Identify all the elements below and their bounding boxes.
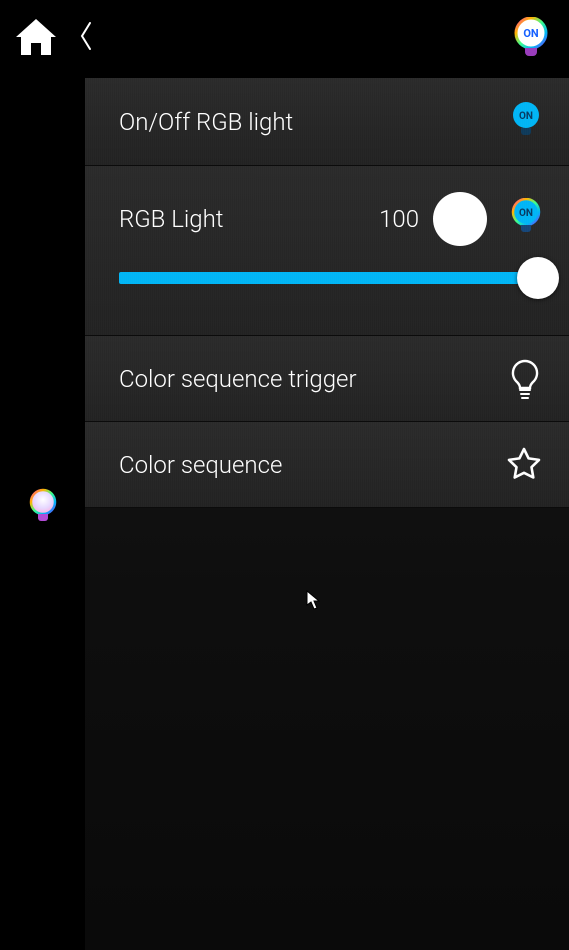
- brightness-slider[interactable]: [119, 272, 543, 284]
- bulb-on-label: ON: [519, 111, 533, 122]
- main-panel: On/Off RGB light ON RGB Light 100 ON: [85, 78, 569, 950]
- row-onoff-label: On/Off RGB light: [119, 108, 509, 136]
- rgb-value: 100: [379, 205, 419, 233]
- status-bulb-on-icon[interactable]: ON: [511, 18, 551, 62]
- row-color-sequence[interactable]: Color sequence: [85, 422, 569, 508]
- row-rgb-light: RGB Light 100 ON: [85, 166, 569, 336]
- row-color-sequence-trigger[interactable]: Color sequence trigger: [85, 336, 569, 422]
- bulb-outline-icon: [507, 358, 543, 400]
- bulb-on-label: ON: [519, 208, 533, 219]
- star-outline-icon[interactable]: [505, 446, 543, 484]
- back-chevron-icon[interactable]: [78, 21, 94, 58]
- bulb-on-icon[interactable]: ON: [509, 102, 543, 142]
- rgb-color-swatch[interactable]: [433, 192, 487, 246]
- sidebar-rgb-bulb-icon[interactable]: [26, 488, 60, 532]
- bulb-on-icon[interactable]: ON: [509, 199, 543, 239]
- status-bulb-on-label: ON: [523, 27, 539, 40]
- row-onoff-rgb[interactable]: On/Off RGB light ON: [85, 78, 569, 166]
- row-trigger-label: Color sequence trigger: [119, 365, 507, 393]
- row-rgb-label: RGB Light: [119, 205, 379, 233]
- row-sequence-label: Color sequence: [119, 451, 505, 479]
- sidebar: [0, 78, 85, 950]
- cursor-icon: [306, 590, 320, 610]
- home-icon[interactable]: [12, 15, 60, 63]
- slider-thumb-icon[interactable]: [517, 257, 559, 299]
